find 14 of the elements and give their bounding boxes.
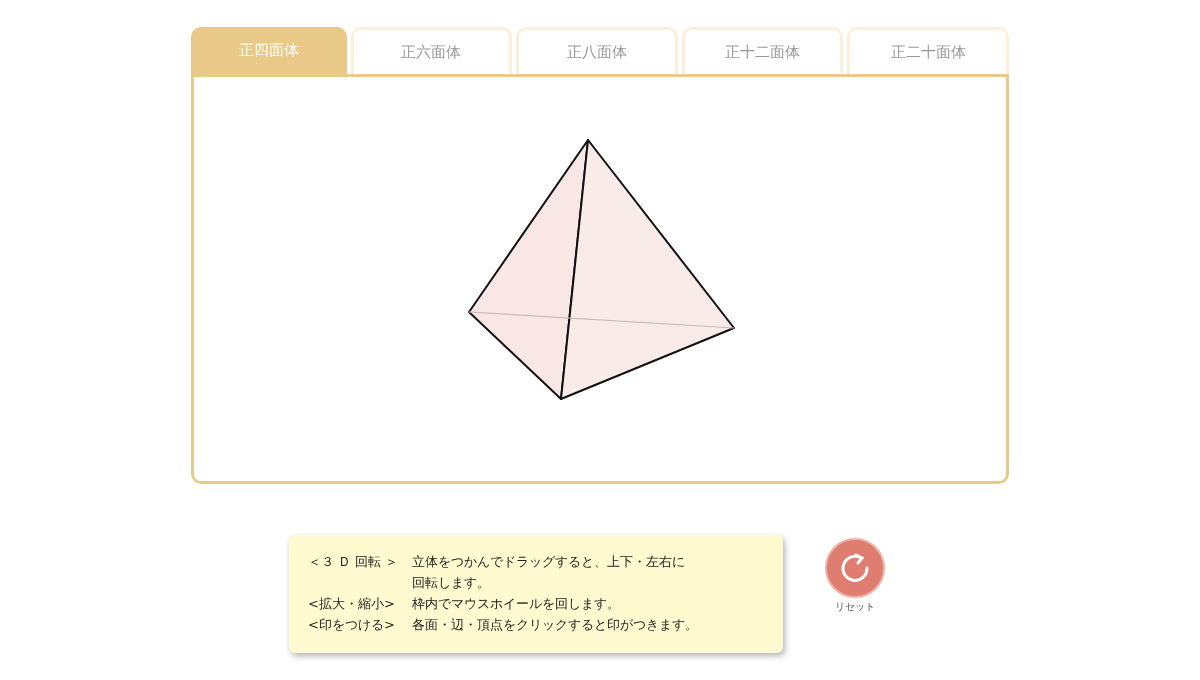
help-text: 立体をつかんでドラッグすると、上下・左右に 回転します。	[412, 553, 685, 592]
reset-label: リセット	[835, 600, 875, 614]
help-text: 枠内でマウスホイールを回します。	[412, 595, 620, 613]
help-text: 各面・辺・頂点をクリックすると印がつきます。	[412, 616, 698, 634]
shape-tab[interactable]: 正二十面体	[847, 27, 1009, 74]
help-label: ＜３ Ｄ 回転 ＞	[308, 553, 400, 571]
shape-tab[interactable]: 正四面体	[191, 27, 347, 74]
refresh-icon	[839, 552, 871, 584]
shape-tab[interactable]: 正八面体	[516, 27, 678, 74]
reset-button[interactable]	[825, 538, 885, 598]
shape-tab[interactable]: 正十二面体	[681, 27, 844, 74]
shape-tab[interactable]: 正六面体	[350, 27, 513, 74]
help-label: <印をつける>	[308, 616, 396, 634]
help-label: <拡大・縮小>	[308, 595, 396, 613]
